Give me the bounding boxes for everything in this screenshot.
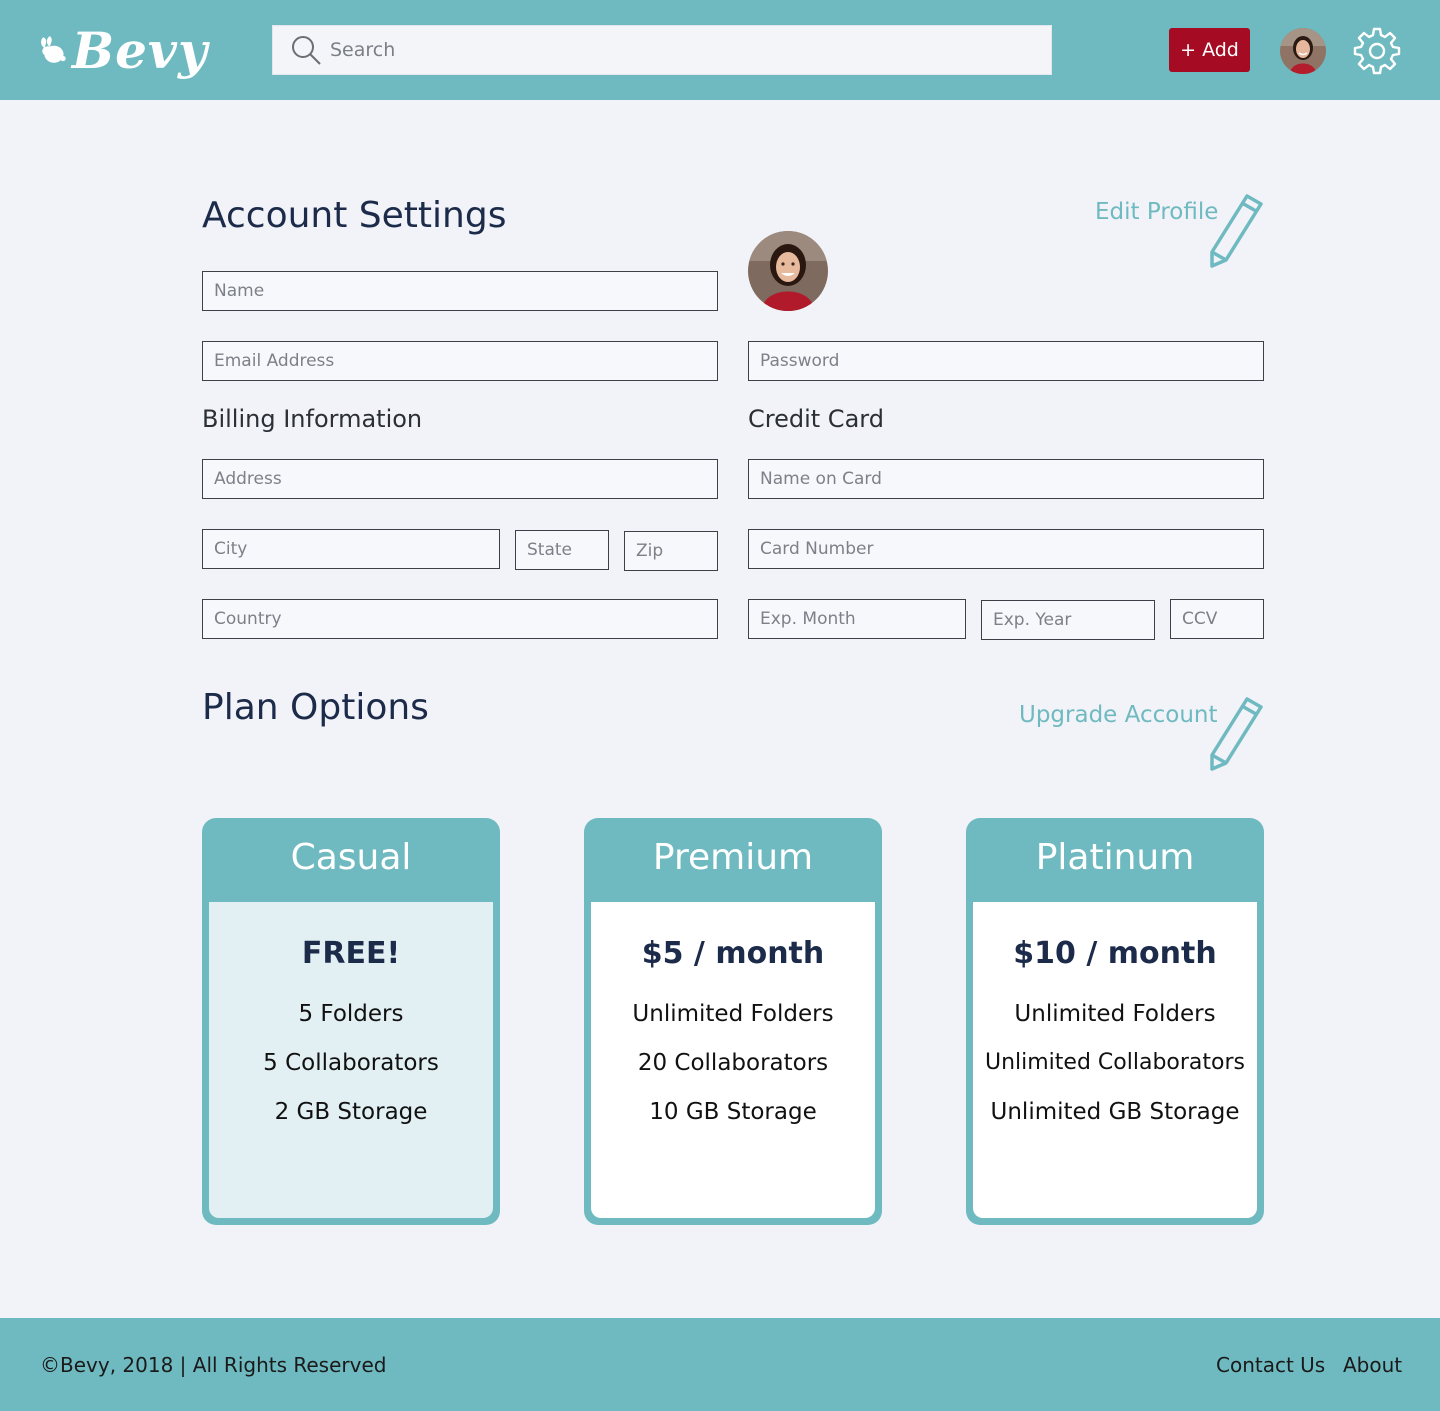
search-bar[interactable] [272,25,1052,75]
name-on-card-field[interactable] [748,459,1264,499]
edit-profile-link[interactable]: Edit Profile [1095,199,1218,225]
plan-feature: 20 Collaborators [637,1050,829,1076]
plan-feature: 10 GB Storage [649,1099,817,1125]
plan-name: Casual [290,837,412,878]
plan-card-platinum[interactable]: Platinum $10 / month Unlimited Folders U… [966,818,1264,1225]
copyright-text: ©Bevy, 2018 | All Rights Reserved [40,1353,387,1377]
plan-feature: Unlimited Folders [1014,1001,1216,1027]
upgrade-account-link[interactable]: Upgrade Account [1019,702,1218,728]
billing-information-heading: Billing Information [202,405,423,433]
address-field[interactable] [202,459,718,499]
plan-feature: Unlimited Collaborators [984,1050,1245,1075]
plan-name: Platinum [1035,837,1195,878]
plan-feature: Unlimited GB Storage [990,1099,1240,1125]
top-bar: Bevy + Add [0,0,1440,100]
ccv-field[interactable] [1170,599,1264,639]
plan-price: $10 / month [1013,936,1217,971]
city-field[interactable] [202,529,500,569]
country-field[interactable] [202,599,718,639]
user-avatar[interactable] [1280,28,1326,74]
card-number-field[interactable] [748,529,1264,569]
settings-gear-icon[interactable] [1352,26,1402,76]
pencil-icon[interactable] [1208,192,1266,268]
pencil-icon[interactable] [1208,695,1266,771]
zip-field[interactable] [624,531,718,571]
bevy-logo[interactable]: Bevy [38,14,208,86]
credit-card-heading: Credit Card [748,405,884,433]
about-link[interactable]: About [1343,1353,1402,1377]
plan-feature: 5 Folders [298,1001,404,1027]
search-icon [292,36,321,65]
plan-card-premium[interactable]: Premium $5 / month Unlimited Folders 20 … [584,818,882,1225]
logo-text: Bevy [71,20,208,80]
profile-avatar[interactable] [748,231,828,311]
plan-feature: 5 Collaborators [263,1050,439,1076]
account-settings-title: Account Settings [202,195,507,236]
plan-feature: 2 GB Storage [274,1099,428,1125]
footer: ©Bevy, 2018 | All Rights Reserved Contac… [0,1318,1440,1411]
contact-us-link[interactable]: Contact Us [1216,1353,1325,1377]
password-field[interactable] [748,341,1264,381]
exp-month-field[interactable] [748,599,966,639]
plan-price: FREE! [301,936,401,971]
plan-price: $5 / month [641,936,825,971]
search-input[interactable] [330,39,1030,61]
plan-name: Premium [652,837,814,878]
plan-card-casual[interactable]: Casual FREE! 5 Folders 5 Collaborators 2… [202,818,500,1225]
plan-body: FREE! 5 Folders 5 Collaborators 2 GB Sto… [209,902,493,1218]
email-field[interactable] [202,341,718,381]
name-field[interactable] [202,271,718,311]
bunny-icon [41,36,66,63]
plan-body: $5 / month Unlimited Folders 20 Collabor… [591,902,875,1218]
plan-feature: Unlimited Folders [632,1001,834,1027]
exp-year-field[interactable] [981,600,1155,640]
add-button[interactable]: + Add [1169,28,1250,72]
plan-options-title: Plan Options [202,687,429,728]
plan-body: $10 / month Unlimited Folders Unlimited … [973,902,1257,1218]
state-field[interactable] [515,530,609,570]
